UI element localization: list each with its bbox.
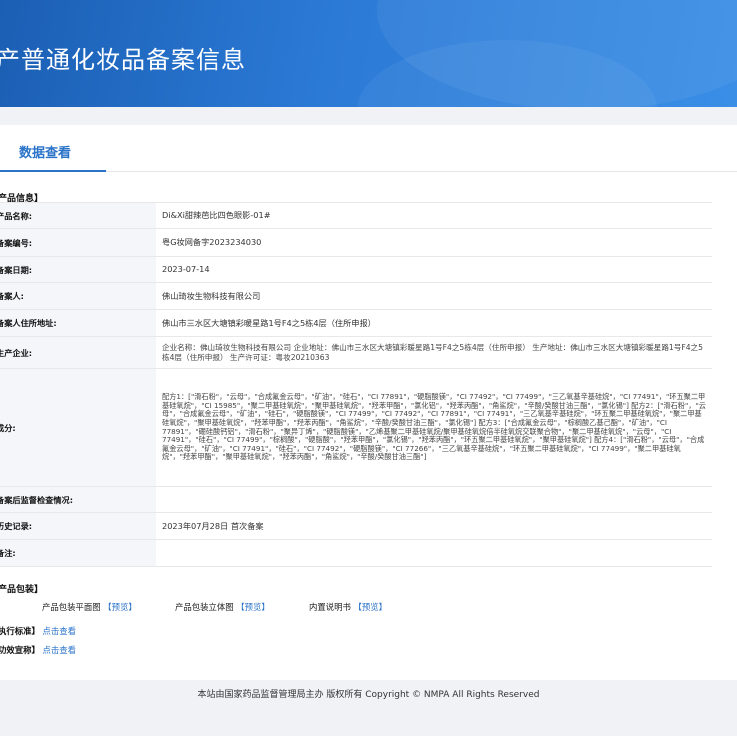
preview-link[interactable]: 【预览】	[354, 602, 388, 612]
table-row: 备案日期: 2023-07-14	[0, 256, 712, 283]
packaging-item: 产品包装平面图 【预览】	[42, 601, 137, 613]
efficacy-label: 功效宣称】	[0, 645, 40, 655]
field-value: 佛山琦妆生物科技有限公司	[156, 282, 712, 310]
field-value: 2023-07-14	[156, 256, 712, 283]
field-label: 产品名称:	[0, 202, 156, 229]
table-row: 备案编号: 粤G妆网备字2023234030	[0, 228, 712, 257]
efficacy-row: 功效宣称】 点击查看	[0, 644, 76, 656]
table-row: 成分: 配方1：["滑石粉"，"云母"，"合成氟金云母"，"矿油"，"硅石"，"…	[0, 368, 712, 487]
field-value	[156, 486, 712, 513]
field-label: 成分:	[0, 368, 156, 487]
field-value: 企业名称：佛山琦妆生物科技有限公司 企业地址：佛山市三水区大塘镇彩暖星路1号F4…	[156, 336, 712, 369]
table-row: 备案人住所地址: 佛山市三水区大塘镇彩暖星路1号F4之5栋4层（住所申报）	[0, 309, 712, 337]
field-label: 生产企业:	[0, 336, 156, 369]
table-row: 备案人: 佛山琦妆生物科技有限公司	[0, 282, 712, 310]
section-title-packaging: 产品包装】	[0, 585, 44, 595]
field-label: 历史记录:	[0, 512, 156, 540]
field-label: 备案编号:	[0, 228, 156, 257]
product-info-table: 产品名称: Di&Xi甜辣芭比四色眼影-01# 备案编号: 粤G妆网备字2023…	[0, 202, 712, 567]
preview-link[interactable]: 【预览】	[103, 602, 137, 612]
field-value	[156, 539, 712, 567]
field-value: Di&Xi甜辣芭比四色眼影-01#	[156, 202, 712, 229]
field-label: 备案人:	[0, 282, 156, 310]
standards-label: 执行标准】	[0, 626, 40, 636]
field-value: 粤G妆网备字2023234030	[156, 228, 712, 257]
table-row: 备案后监督检查情况:	[0, 486, 712, 513]
table-row: 生产企业: 企业名称：佛山琦妆生物科技有限公司 企业地址：佛山市三水区大塘镇彩暖…	[0, 336, 712, 369]
field-label: 备案日期:	[0, 256, 156, 283]
packaging-label: 产品包装立体图	[175, 602, 234, 612]
field-label: 备注:	[0, 539, 156, 567]
tab-label: 数据查看	[19, 146, 72, 161]
tab-data-view[interactable]: 数据查看	[0, 125, 106, 172]
preview-link[interactable]: 【预览】	[236, 602, 270, 612]
packaging-label: 产品包装平面图	[42, 602, 101, 612]
field-label: 备案后监督检查情况:	[0, 486, 156, 513]
standards-row: 执行标准】 点击查看	[0, 625, 76, 637]
table-row: 历史记录: 2023年07月28日 首次备案	[0, 512, 712, 540]
field-value: 佛山市三水区大塘镇彩暖星路1号F4之5栋4层（住所申报）	[156, 309, 712, 337]
field-value: 配方1：["滑石粉"，"云母"，"合成氟金云母"，"矿油"，"硅石"，"CI 7…	[156, 368, 712, 487]
footer: 本站由国家药品监督管理局主办 版权所有 Copyright © NMPA All…	[0, 680, 737, 736]
packaging-label: 内置说明书	[309, 602, 351, 612]
efficacy-link[interactable]: 点击查看	[43, 645, 77, 655]
tab-bar: 数据查看	[0, 125, 737, 172]
packaging-item: 内置说明书 【预览】	[309, 601, 387, 613]
table-row: 备注:	[0, 539, 712, 567]
footer-copyright: 本站由国家药品监督管理局主办 版权所有 Copyright © NMPA All…	[197, 690, 540, 700]
table-row: 产品名称: Di&Xi甜辣芭比四色眼影-01#	[0, 202, 712, 229]
page-title: 产普通化妆品备案信息	[0, 46, 246, 74]
field-value: 2023年07月28日 首次备案	[156, 512, 712, 540]
field-label: 备案人住所地址:	[0, 309, 156, 337]
content-panel: 数据查看 产品信息】 产品名称: Di&Xi甜辣芭比四色眼影-01# 备案编号:…	[0, 125, 737, 680]
packaging-item: 产品包装立体图 【预览】	[175, 601, 270, 613]
header-banner: 产普通化妆品备案信息	[0, 0, 737, 107]
standards-link[interactable]: 点击查看	[43, 626, 77, 636]
